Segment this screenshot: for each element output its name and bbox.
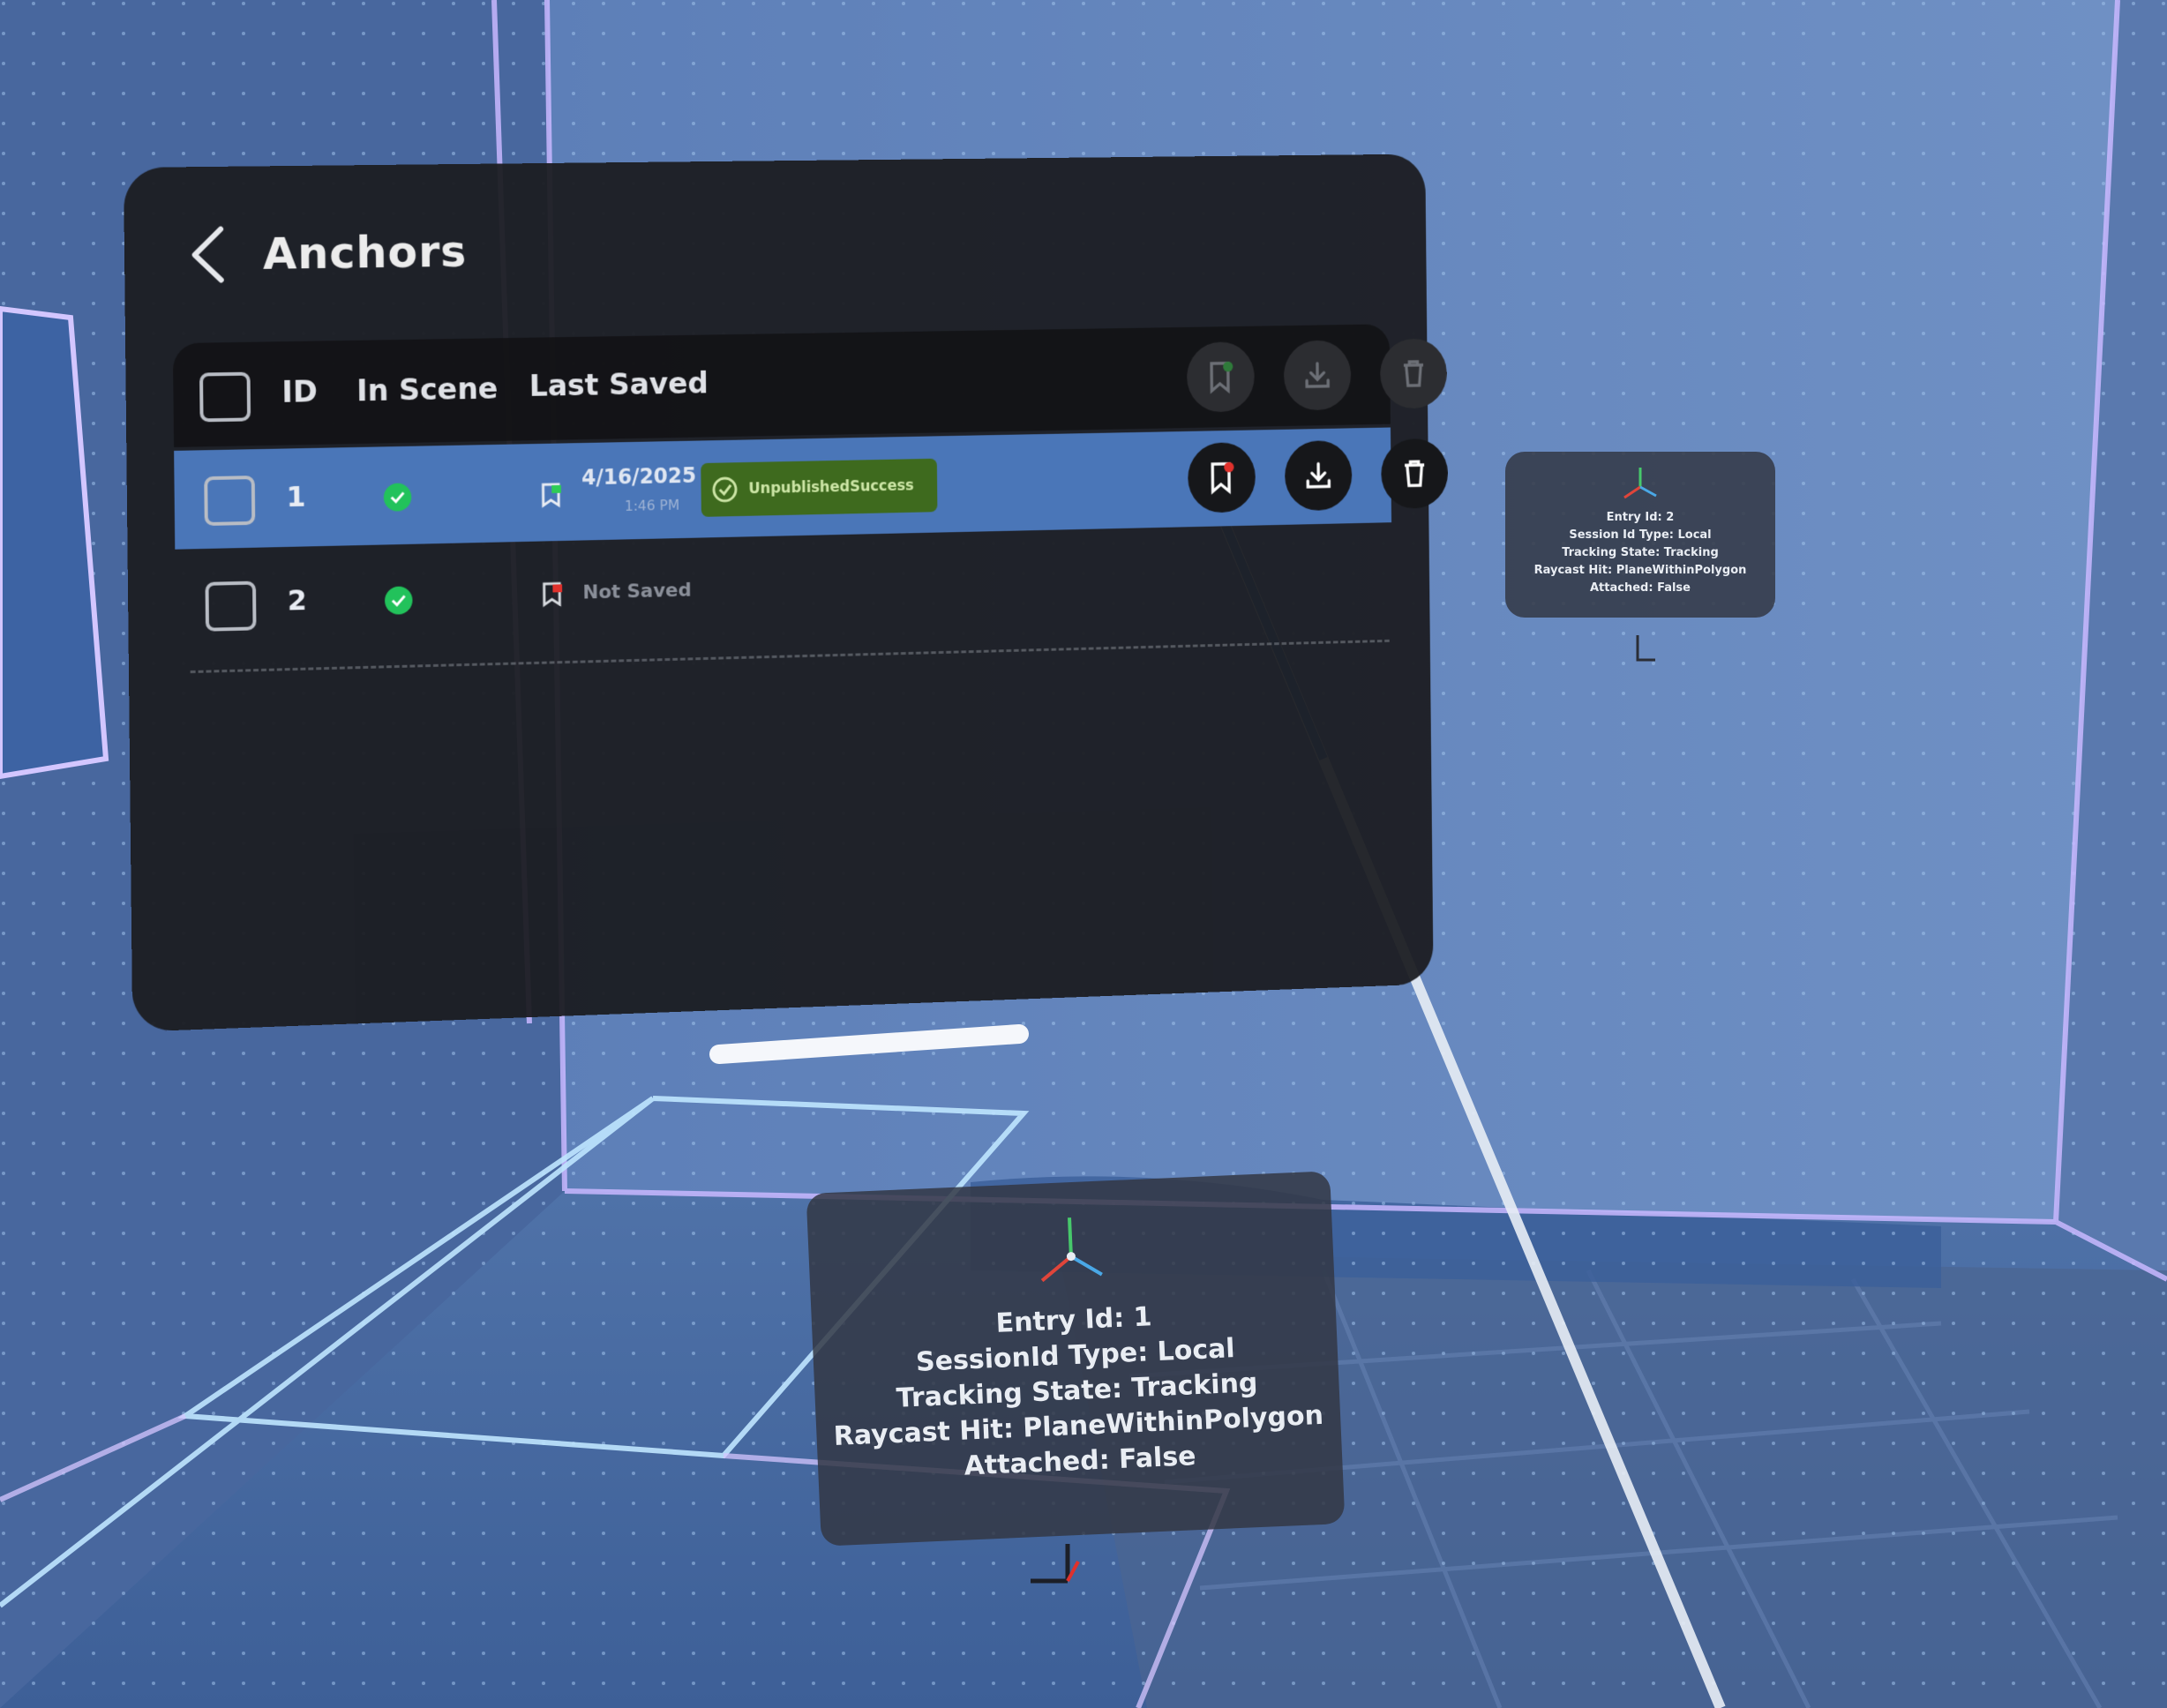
row-checkbox[interactable]: [204, 476, 256, 527]
card-tracking-state: Tracking State: Tracking: [1562, 546, 1719, 559]
row-id: 1: [286, 479, 306, 514]
panel-header: Anchors: [176, 199, 468, 309]
not-saved-icon: [540, 581, 566, 607]
status-badge-label: UnpublishedSuccess: [748, 476, 914, 498]
success-check-icon: [711, 476, 739, 504]
table-header: ID In Scene Last Saved: [172, 324, 1448, 447]
download-anchor-button[interactable]: [1284, 439, 1353, 512]
chevron-left-icon: [192, 227, 225, 284]
row-checkbox[interactable]: [205, 581, 257, 632]
bulk-download-button[interactable]: [1283, 340, 1352, 411]
trash-icon: [1399, 358, 1428, 389]
anchor-marker-1: [1031, 1544, 1080, 1584]
page-title: Anchors: [262, 226, 468, 280]
anchor-marker-2: [1636, 635, 1655, 662]
column-id: ID: [281, 374, 318, 410]
saved-status-icon: [539, 482, 565, 508]
status-badge: UnpublishedSuccess: [701, 458, 938, 517]
save-anchor-button[interactable]: [1187, 441, 1256, 513]
download-icon: [1303, 460, 1333, 491]
table-row[interactable]: 1 4/16/2025 1:46 PM UnpublishedSuccess: [174, 427, 1449, 550]
bookmark-icon: [1205, 360, 1235, 394]
column-in-scene: In Scene: [356, 371, 499, 409]
card-attached: Attached: False: [1590, 581, 1691, 595]
download-icon: [1302, 360, 1332, 391]
in-scene-check-icon: [383, 483, 412, 512]
select-all-checkbox[interactable]: [199, 371, 251, 423]
anchor-info-card-2: Entry Id: 2 Session Id Type: Local Track…: [1505, 452, 1775, 618]
card-raycast-hit: Raycast Hit: PlaneWithinPolygon: [1533, 564, 1747, 577]
not-saved-label: Not Saved: [582, 579, 692, 604]
table-row[interactable]: 2 Not Saved: [175, 531, 1392, 657]
anchor-axes-icon: [1623, 468, 1657, 499]
trash-icon: [1400, 458, 1428, 489]
anchors-panel: Anchors ID In Scene Last Saved 1 4/16/20…: [124, 154, 1449, 1032]
bookmark-icon: [1207, 461, 1237, 495]
anchor-axes-icon: [1040, 1217, 1103, 1283]
card-session-type: Session Id Type: Local: [1569, 528, 1712, 542]
anchor-info-card-1: Entry Id: 1 SessionId Type: Local Tracki…: [806, 1171, 1346, 1547]
back-button[interactable]: [176, 214, 238, 295]
bulk-save-button[interactable]: [1186, 341, 1256, 413]
row-id: 2: [287, 583, 307, 618]
in-scene-check-icon: [384, 586, 413, 615]
card-entry-id: Entry Id: 2: [1606, 511, 1675, 524]
last-saved-date: 4/16/2025: [581, 463, 697, 491]
last-saved-time: 1:46 PM: [624, 496, 680, 514]
column-last-saved: Last Saved: [529, 365, 709, 404]
